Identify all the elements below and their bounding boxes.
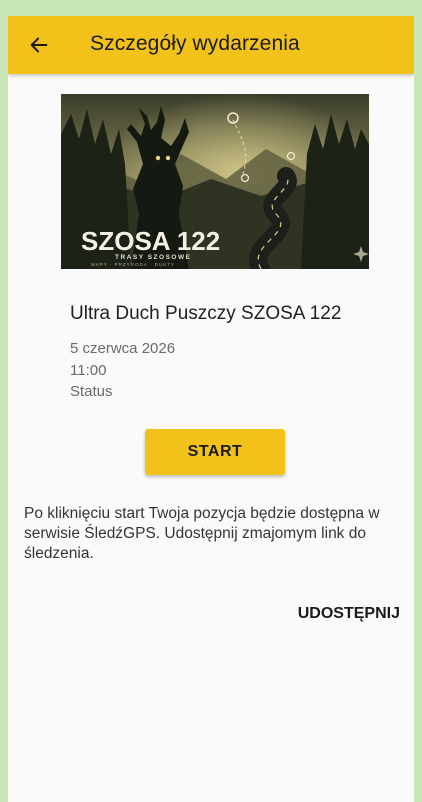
device-frame: Szczegóły wydarzenia SZOSA 122 TRASY SZO… xyxy=(0,0,422,802)
tracking-info-text: Po kliknięciu start Twoja pozycja będzie… xyxy=(24,505,380,562)
event-date: 5 czerwca 2026 xyxy=(70,340,176,357)
arrow-left-icon xyxy=(30,37,48,53)
page-title: Szczegóły wydarzenia xyxy=(90,32,300,55)
banner-artwork: SZOSA 122 TRASY SZOSOWE MAPY · PRZYGODA … xyxy=(61,94,369,269)
banner-logo-tagline: MAPY · PRZYGODA · DUKTY xyxy=(91,262,175,267)
app-screen: Szczegóły wydarzenia SZOSA 122 TRASY SZO… xyxy=(8,16,414,802)
event-status: Status xyxy=(70,383,113,400)
banner-logo-text: SZOSA 122 xyxy=(81,226,220,256)
event-banner-image: SZOSA 122 TRASY SZOSOWE MAPY · PRZYGODA … xyxy=(61,94,369,269)
banner-logo-subtitle: TRASY SZOSOWE xyxy=(115,254,191,261)
start-button[interactable]: START xyxy=(145,429,285,475)
share-button[interactable]: UDOSTĘPNIJ xyxy=(274,598,400,630)
back-button[interactable] xyxy=(22,28,56,62)
event-time: 11:00 xyxy=(70,362,107,379)
app-bar: Szczegóły wydarzenia xyxy=(8,16,414,74)
event-title: Ultra Duch Puszczy SZOSA 122 xyxy=(70,303,342,324)
